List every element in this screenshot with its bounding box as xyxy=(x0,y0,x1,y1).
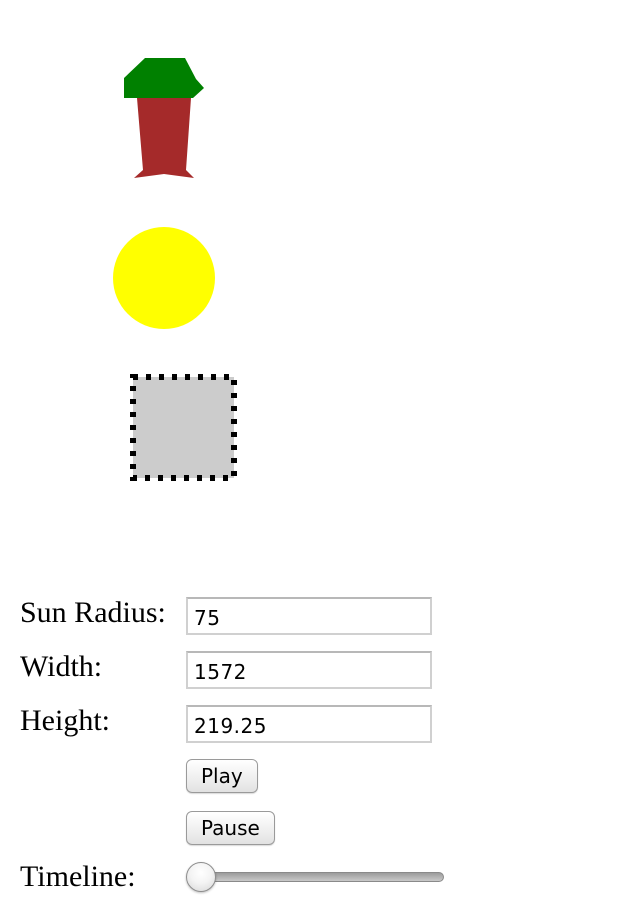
house-box xyxy=(130,374,237,481)
timeline-slider-thumb[interactable] xyxy=(186,862,216,892)
height-label: Height: xyxy=(20,704,110,737)
play-button[interactable]: Play xyxy=(186,759,258,793)
width-label: Width: xyxy=(20,650,103,683)
tree-crown xyxy=(124,58,204,98)
timeline-label: Timeline: xyxy=(20,860,136,893)
tree-trunk xyxy=(134,98,194,178)
sun-radius-label: Sun Radius: xyxy=(20,596,166,629)
sun-circle xyxy=(113,227,215,329)
height-input[interactable] xyxy=(186,705,432,743)
house-graphic xyxy=(130,374,237,481)
timeline-slider-track[interactable] xyxy=(190,872,444,882)
scene-canvas xyxy=(113,58,237,481)
pause-button[interactable]: Pause xyxy=(186,811,275,845)
tree-graphic xyxy=(124,58,204,178)
width-input[interactable] xyxy=(186,651,432,689)
sun-radius-input[interactable] xyxy=(186,597,432,635)
